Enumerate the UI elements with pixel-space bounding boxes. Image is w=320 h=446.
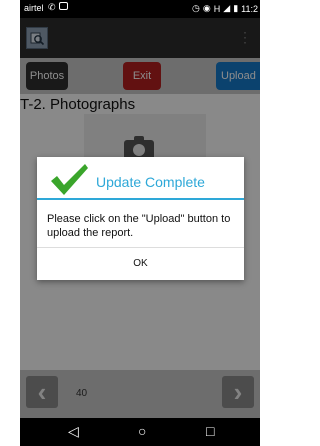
recents-icon[interactable]: □ xyxy=(206,424,214,438)
battery-icon: ▮ xyxy=(233,3,239,13)
status-bar: airtel ✆ ◷ ◉ H ◢ ▮ 11:2 xyxy=(20,0,260,18)
whatsapp-icon: ✆ xyxy=(48,2,56,12)
network-type: H xyxy=(213,3,221,14)
signal-icon: ◢ xyxy=(223,3,231,13)
dialog-title-divider xyxy=(37,198,244,200)
back-icon[interactable]: ◁ xyxy=(68,424,79,438)
system-nav-bar: ◁ ○ □ xyxy=(20,418,260,446)
vibrate-icon: ◉ xyxy=(202,3,211,13)
clock: 11:2 xyxy=(241,3,258,14)
alarm-icon: ◷ xyxy=(192,3,200,13)
dialog-title: Update Complete xyxy=(96,174,205,190)
dialog-message: Please click on the "Upload" button to u… xyxy=(47,213,231,239)
carrier-name: airtel xyxy=(24,3,44,13)
update-complete-dialog: Update Complete Please click on the "Upl… xyxy=(37,157,244,280)
checkmark-icon xyxy=(51,164,88,195)
home-icon[interactable]: ○ xyxy=(138,424,146,438)
phone-screen: airtel ✆ ◷ ◉ H ◢ ▮ 11:2 ⋮ Photos Exit Up… xyxy=(20,0,260,446)
image-notification-icon xyxy=(58,2,68,10)
ok-button[interactable]: OK xyxy=(37,248,244,280)
